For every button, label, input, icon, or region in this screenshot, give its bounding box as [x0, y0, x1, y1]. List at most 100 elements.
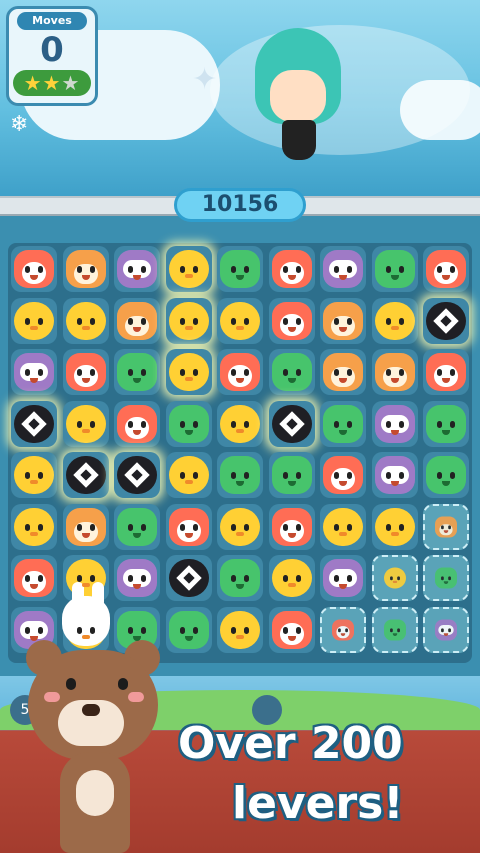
board-tile[interactable]	[114, 297, 160, 344]
board-tile[interactable]	[268, 349, 315, 395]
board-tile[interactable]	[268, 606, 315, 653]
board-tile[interactable]	[423, 297, 469, 344]
owl-piece-icon	[117, 559, 157, 597]
board-tile[interactable]	[371, 246, 418, 292]
tiger-piece-icon	[65, 250, 106, 288]
board-tile[interactable]	[62, 400, 109, 447]
board-tile[interactable]	[268, 246, 315, 292]
board-tile[interactable]	[217, 400, 263, 447]
board-tile[interactable]	[371, 452, 418, 498]
frog-piece-icon	[117, 507, 157, 546]
board-tile[interactable]	[11, 297, 57, 344]
board-tile[interactable]	[11, 246, 57, 292]
fox-piece-icon	[271, 507, 312, 546]
board-tile[interactable]	[62, 503, 109, 550]
chick-piece-icon	[168, 301, 209, 340]
board-tile[interactable]	[114, 400, 160, 447]
board-tile[interactable]	[320, 297, 366, 344]
board-tile[interactable]	[217, 297, 263, 344]
owl-piece-icon	[374, 404, 415, 443]
board-tile[interactable]	[217, 349, 263, 395]
board-tile[interactable]	[371, 606, 418, 653]
board-tile[interactable]	[165, 606, 212, 653]
board-tile[interactable]	[217, 452, 263, 498]
frog-piece-icon	[374, 250, 415, 288]
bomb-piece-icon	[117, 456, 157, 494]
board-tile[interactable]	[165, 246, 212, 292]
chick-piece-icon	[374, 507, 415, 546]
board-tile[interactable]	[268, 503, 315, 550]
board-tile[interactable]	[268, 555, 315, 601]
owl-piece-icon	[323, 250, 363, 288]
tiger-piece-icon	[323, 353, 363, 391]
board-tile[interactable]	[62, 297, 109, 344]
board-tile[interactable]	[11, 452, 57, 498]
board-tile[interactable]	[217, 503, 263, 550]
board-tile[interactable]	[217, 246, 263, 292]
board-tile[interactable]	[114, 555, 160, 601]
board-tile[interactable]	[114, 503, 160, 550]
bear-cheek	[128, 692, 144, 702]
board-tile[interactable]	[320, 452, 366, 498]
board-tile[interactable]	[320, 606, 366, 653]
board-tile[interactable]	[62, 452, 109, 498]
board-tile[interactable]	[371, 297, 418, 344]
fox-piece-icon	[14, 250, 54, 288]
frog-piece-icon	[271, 456, 312, 494]
board-tile[interactable]	[320, 400, 366, 447]
board-tile[interactable]	[11, 555, 57, 601]
star-empty-icon: ★	[61, 71, 81, 95]
chick-piece-icon	[220, 507, 260, 546]
frog-piece-icon	[220, 559, 260, 597]
chick-piece-icon	[383, 567, 406, 589]
board-tile[interactable]	[165, 349, 212, 395]
board-tile[interactable]	[114, 349, 160, 395]
board-tile[interactable]	[423, 606, 469, 653]
chick-piece-icon	[271, 559, 312, 597]
board-tile[interactable]	[62, 246, 109, 292]
board-tile[interactable]	[11, 349, 57, 395]
board-tile[interactable]	[268, 297, 315, 344]
board-tile[interactable]	[371, 400, 418, 447]
board-tile[interactable]	[423, 349, 469, 395]
board-tile[interactable]	[165, 452, 212, 498]
board-tile[interactable]	[423, 555, 469, 601]
chick-piece-icon	[14, 301, 54, 340]
board-tile[interactable]	[320, 555, 366, 601]
board-tile[interactable]	[217, 606, 263, 653]
board-tile[interactable]	[423, 246, 469, 292]
board-tile[interactable]	[371, 503, 418, 550]
star-icon: ★	[42, 71, 62, 95]
chick-piece-icon	[168, 353, 209, 391]
board-tile[interactable]	[423, 503, 469, 550]
frog-piece-icon	[117, 353, 157, 391]
board-tile[interactable]	[423, 452, 469, 498]
chick-piece-icon	[14, 507, 54, 546]
frog-piece-icon	[168, 404, 209, 443]
board-tile[interactable]	[371, 555, 418, 601]
bomb-piece-icon	[14, 404, 54, 443]
owl-piece-icon	[323, 559, 363, 597]
bear-eye	[118, 678, 128, 690]
board-tile[interactable]	[165, 503, 212, 550]
board-tile[interactable]	[371, 349, 418, 395]
frog-piece-icon	[220, 456, 260, 494]
board-tile[interactable]	[165, 555, 212, 601]
board-tile[interactable]	[62, 349, 109, 395]
board-tile[interactable]	[423, 400, 469, 447]
fox-piece-icon	[117, 404, 157, 443]
board-tile[interactable]	[320, 246, 366, 292]
board-tile[interactable]	[217, 555, 263, 601]
board-tile[interactable]	[320, 349, 366, 395]
board-tile[interactable]	[114, 246, 160, 292]
board-tile[interactable]	[11, 503, 57, 550]
board-tile[interactable]	[114, 452, 160, 498]
frog-piece-icon	[435, 567, 457, 589]
board-tile[interactable]	[268, 400, 315, 447]
board-tile[interactable]	[165, 297, 212, 344]
board-tile[interactable]	[11, 400, 57, 447]
board-tile[interactable]	[268, 452, 315, 498]
chick-piece-icon	[168, 250, 209, 288]
board-tile[interactable]	[165, 400, 212, 447]
board-tile[interactable]	[320, 503, 366, 550]
